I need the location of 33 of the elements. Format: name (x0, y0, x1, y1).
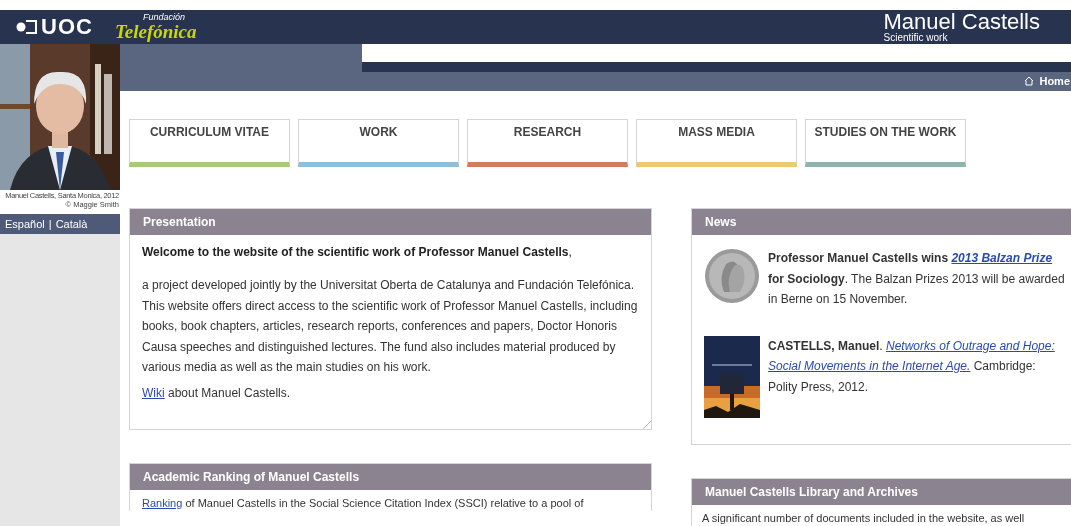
logo-icon (16, 20, 38, 34)
separator: | (48, 216, 52, 232)
logo-text: UOC (41, 16, 93, 38)
news-text: Professor Manuel Castells wins 2013 Balzan Prize for Sociology. The Balzan Prizes 2013 will be awarded in Berne on 15 November. (768, 250, 1065, 308)
news-text: CASTELLS, Manuel. Networks of Outrage and Hope: Social Movements in the Internet Age. Cambridge: Polity Press, 2012. (768, 337, 1056, 396)
library-text: A significant number of documents included in the website, as well (701, 511, 1026, 526)
text-link[interactable]: Wiki (142, 385, 165, 400)
logo-text: Telefónica (114, 22, 197, 41)
nav-tab[interactable]: STUDIES ON THE WORK (805, 119, 966, 167)
presentation-text: a project developed jointly by the Universitat Oberta de Catalunya and Fundación Telefónica. This website offers direct access to the scientific work of Professor Manuel Castells, including books, book chapters, articles, research reports, conferences and papers, Doctor Honoris Causa speeches and distinguished lectures. The fund also includes material produced by various media as well as the main studies on his work. (142, 277, 639, 376)
home-link[interactable]: Home (1039, 73, 1070, 90)
panel-header: Presentation (130, 209, 651, 235)
corner-icon (643, 420, 651, 429)
language-link[interactable]: Español (5, 215, 45, 233)
panel-header: Manuel Castells Library and Archives (692, 479, 1071, 505)
panel-header: Academic Ranking of Manuel Castells (130, 463, 651, 490)
panel-header: News (692, 209, 1071, 235)
wiki-text: Wiki about Manuel Castells. (142, 385, 292, 401)
text-link[interactable]: 2013 Balzan Prize (951, 251, 1053, 265)
text-link[interactable]: Ranking (142, 496, 183, 509)
welcome-text: Welcome to the website of the scientific work of Professor Manuel Castells, (142, 245, 573, 260)
text-link[interactable]: Social Movements in the Internet Age. (768, 359, 971, 373)
site-subtitle: Scientific work (883, 33, 949, 43)
nav-tab[interactable]: WORK (298, 119, 459, 167)
nav-tab[interactable]: CURRICULUM VITAE (129, 119, 290, 167)
nav-tab[interactable]: RESEARCH (467, 119, 628, 167)
language-link[interactable]: Català (55, 215, 88, 233)
text-link[interactable]: Networks of Outrage and Hope: (886, 338, 1055, 353)
site-title: Manuel Castells (883, 11, 1040, 33)
home-icon (1024, 76, 1035, 87)
ranking-text: Ranking of Manuel Castells in the Social Science Citation Index (SSCI) relative to a pool of (141, 495, 585, 511)
nav-tab[interactable]: MASS MEDIA (636, 119, 797, 167)
logo-caption: Fundación (142, 13, 186, 22)
